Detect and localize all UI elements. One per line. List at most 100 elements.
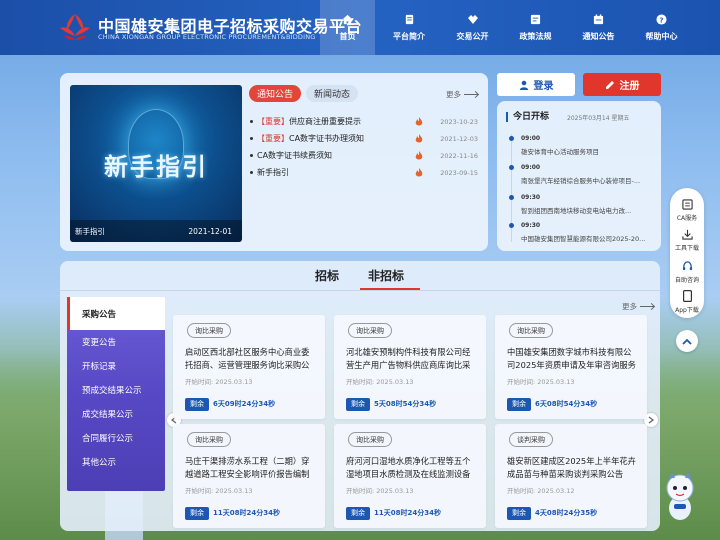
bidding-panel: 招标 非招标 采购公告 变更公告 开标记录 预成交结果公示 成交结果公示 合同履… <box>60 261 660 531</box>
project-start: 开始时间: 2025.03.12 <box>507 485 575 495</box>
tab-news[interactable]: 新闻动态 <box>306 85 359 102</box>
tool-ca-service[interactable]: CA服务 <box>670 198 704 222</box>
remain-label: 剩余 <box>507 397 531 411</box>
tool-download[interactable]: 工具下载 <box>670 228 704 252</box>
project-card[interactable]: 谈判采购 雄安新区建成区2025年上半年花卉成品苗与种苗采购谈判采购公告 开始时… <box>495 424 647 528</box>
nav-home-label: 首页 <box>339 32 356 41</box>
nav-policy-label: 政策法规 <box>519 32 552 41</box>
item-text: CA数字证书办理须知 <box>289 134 365 143</box>
arrow-right-icon <box>464 94 478 95</box>
announcement-tabs: 通知公告 新闻动态 <box>249 85 363 102</box>
nav-trade[interactable]: 交易公开 <box>443 0 502 55</box>
menu-item-pre-result[interactable]: 预成交结果公示 <box>67 378 165 402</box>
guide-banner[interactable]: 新手指引 新手指引 2021-12-01 <box>70 85 242 242</box>
important-tag: 【重要】 <box>257 117 289 126</box>
hot-icon <box>415 151 423 160</box>
nav-notice[interactable]: 通知公告 <box>569 0 628 55</box>
menu-item-result[interactable]: 成交结果公示 <box>67 402 165 426</box>
phone-icon <box>681 290 693 302</box>
project-title: 府河河口湿地水质净化工程等五个湿地项目水质检测及在线监测设备维... <box>346 456 471 479</box>
back-to-top-button[interactable] <box>676 330 698 352</box>
bullet-icon <box>250 137 253 140</box>
project-card[interactable]: 询比采购 府河河口湿地水质净化工程等五个湿地项目水质检测及在线监测设备维... … <box>334 424 486 528</box>
nav-home[interactable]: 首页 <box>320 0 375 55</box>
tab-bidding[interactable]: 招标 <box>315 267 339 284</box>
project-start: 开始时间: 2025.03.13 <box>185 485 253 495</box>
start-date: 2025.03.13 <box>215 487 253 495</box>
svg-text:?: ? <box>659 15 663 24</box>
logo-icon[interactable] <box>58 12 92 42</box>
project-card[interactable]: 询比采购 河北雄安预制构件科技有限公司经营生产用广告物料供应商库询比采购... … <box>334 315 486 419</box>
nav-policy[interactable]: 政策法规 <box>506 0 565 55</box>
countdown: 剩余 11天08时24分34秒 <box>346 505 441 521</box>
project-card[interactable]: 询比采购 中国雄安集团数字城市科技有限公司2025年资质申请及年审咨询服务询..… <box>495 315 647 419</box>
banner-caption: 新手指引 <box>75 226 105 236</box>
remain-value: 6天08时54分34秒 <box>535 400 598 408</box>
procurement-type-badge: 谈判采购 <box>509 432 553 447</box>
tab-divider <box>60 290 660 291</box>
project-title: 河北雄安预制构件科技有限公司经营生产用广告物料供应商库询比采购... <box>346 347 471 370</box>
menu-item-other[interactable]: 其他公示 <box>67 450 165 474</box>
tool-app[interactable]: App下载 <box>670 290 704 314</box>
timeline-node-icon <box>509 195 514 200</box>
menu-item-contract[interactable]: 合同履行公示 <box>67 426 165 450</box>
tab-non-bidding[interactable]: 非招标 <box>368 267 404 284</box>
nav-about-label: 平台简介 <box>393 32 425 41</box>
remain-label: 剩余 <box>185 397 209 411</box>
home-icon <box>342 13 354 25</box>
list-item[interactable]: CA数字证书续费须知 2022-11-16 <box>250 147 478 164</box>
bid-time: 09:30 <box>521 222 541 229</box>
banner-date: 2021-12-01 <box>188 226 232 236</box>
procurement-type-badge: 询比采购 <box>509 323 553 338</box>
start-label: 开始时间: <box>185 487 214 495</box>
project-title: 中国雄安集团数字城市科技有限公司2025年资质申请及年审咨询服务询... <box>507 347 636 370</box>
remain-value: 11天08时24分34秒 <box>213 509 280 517</box>
announcements-more-link[interactable]: 更多 <box>446 89 478 100</box>
nav-notice-label: 通知公告 <box>582 32 615 41</box>
procurement-type-badge: 询比采购 <box>348 432 392 447</box>
download-icon <box>681 228 693 240</box>
list-item[interactable]: 【重要】 CA数字证书办理须知 2021-12-03 <box>250 130 478 147</box>
tool-label: CA服务 <box>676 215 698 222</box>
hot-icon <box>415 117 423 126</box>
start-date: 2025.03.12 <box>537 487 575 495</box>
list-item[interactable]: 新手指引 2023-09-15 <box>250 164 478 181</box>
start-date: 2025.03.13 <box>537 378 575 386</box>
menu-item-change-notice[interactable]: 变更公告 <box>67 330 165 354</box>
announcement-list: 【重要】 供应商注册重要提示 2023-10-23 【重要】 CA数字证书办理须… <box>250 113 478 181</box>
item-text: 新手指引 <box>257 168 289 177</box>
item-text: CA数字证书续费须知 <box>257 151 333 160</box>
tab-notices[interactable]: 通知公告 <box>249 85 302 102</box>
countdown: 剩余 11天08时24分34秒 <box>185 505 280 521</box>
tool-label: 自助咨询 <box>674 277 699 284</box>
project-title: 雄安新区建成区2025年上半年花卉成品苗与种苗采购谈判采购公告 <box>507 456 636 479</box>
project-start: 开始时间: 2025.03.13 <box>185 376 253 386</box>
tool-label: App下载 <box>675 307 699 314</box>
remain-value: 5天08时54分34秒 <box>374 400 437 408</box>
project-card[interactable]: 询比采购 启动区西北部社区服务中心商业委托招商、运营管理服务询比采购公告 开始时… <box>173 315 325 419</box>
more-label: 更多 <box>622 302 637 311</box>
countdown: 剩余 6天08时54分34秒 <box>507 396 597 412</box>
bullet-icon <box>250 171 253 174</box>
menu-item-opening-record[interactable]: 开标记录 <box>67 354 165 378</box>
register-button[interactable]: 注册 <box>583 73 661 96</box>
procurement-type-badge: 询比采购 <box>187 323 231 338</box>
list-item[interactable]: 【重要】 供应商注册重要提示 2023-10-23 <box>250 113 478 130</box>
projects-more-link[interactable]: 更多 <box>622 301 654 312</box>
mascot-icon[interactable] <box>662 470 698 522</box>
chevron-up-icon <box>682 338 692 345</box>
bid-time: 09:30 <box>521 194 541 201</box>
remain-label: 剩余 <box>185 506 209 520</box>
project-card[interactable]: 询比采购 马庄干渠排涝水系工程（二期）穿越道路工程安全影响评价报告编制询... … <box>173 424 325 528</box>
nav-about[interactable]: 平台简介 <box>379 0 439 55</box>
start-date: 2025.03.13 <box>376 378 414 386</box>
handshake-icon <box>467 13 479 25</box>
banner-big-text: 新手指引 <box>104 153 208 181</box>
project-title: 启动区西北部社区服务中心商业委托招商、运营管理服务询比采购公告 <box>185 347 310 370</box>
nav-help[interactable]: ? 帮助中心 <box>632 0 691 55</box>
menu-item-purchase-notice[interactable]: 采购公告 <box>67 297 165 330</box>
banner-caption-bar: 新手指引 2021-12-01 <box>70 220 242 242</box>
login-button[interactable]: 登录 <box>497 73 575 96</box>
tool-consult[interactable]: 自助咨询 <box>670 260 704 284</box>
countdown: 剩余 5天08时54分34秒 <box>346 396 436 412</box>
